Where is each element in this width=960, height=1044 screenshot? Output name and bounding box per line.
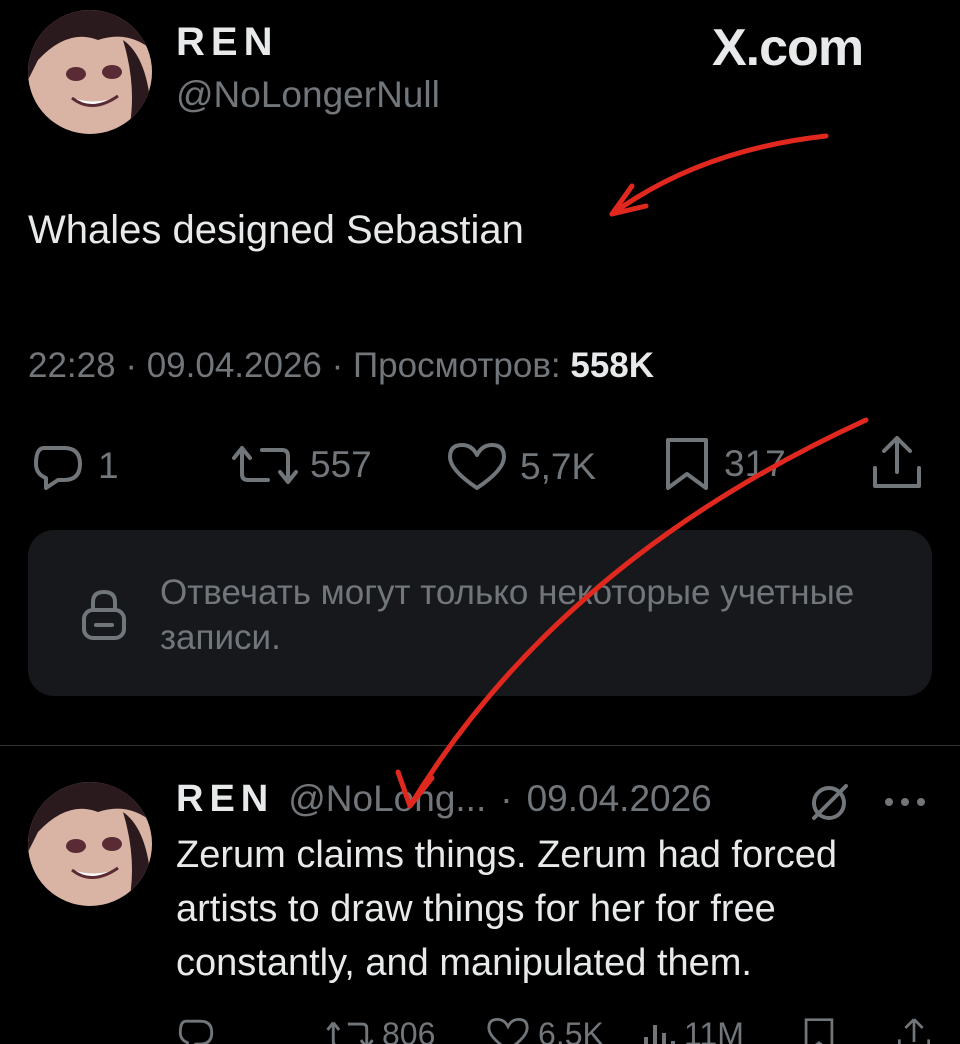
reply-views-action[interactable]: 11M xyxy=(640,1016,744,1044)
grok-icon[interactable] xyxy=(806,780,852,826)
avatar-image xyxy=(28,10,152,134)
views-count: 558K xyxy=(570,346,655,385)
brand-watermark: X.com xyxy=(712,19,864,77)
author-avatar[interactable] xyxy=(28,10,152,134)
bookmark-icon xyxy=(804,1018,834,1044)
reply-repost-count: 806 xyxy=(382,1016,436,1044)
lock-icon xyxy=(82,589,126,640)
author-handle[interactable]: @NoLongerNull xyxy=(176,74,440,116)
author-display-name[interactable]: REN xyxy=(176,20,278,65)
reply-date[interactable]: 09.04.2026 xyxy=(527,778,712,820)
bookmark-action[interactable]: 317 xyxy=(662,436,786,492)
like-action[interactable]: 5,7K xyxy=(446,442,596,492)
reply-action[interactable]: 1 xyxy=(30,442,119,490)
bookmark-count: 317 xyxy=(724,443,786,484)
reply-text: Zerum claims things. Zerum had forced ar… xyxy=(176,834,838,984)
reply-handle[interactable]: @NoLong... xyxy=(288,778,486,820)
reply-views-count: 11M xyxy=(684,1016,744,1044)
share-icon xyxy=(898,1018,930,1044)
views-label: Просмотров: xyxy=(353,346,561,385)
reply-count: 1 xyxy=(98,445,119,486)
heart-icon xyxy=(448,443,506,490)
tweet-text: Whales designed Sebastian xyxy=(28,208,524,252)
reply-display-name[interactable]: REN xyxy=(176,778,274,821)
reply-share-action[interactable] xyxy=(896,1016,932,1044)
reply-like-count: 6,5K xyxy=(538,1016,604,1044)
share-icon xyxy=(873,436,921,488)
meta-separator: · xyxy=(125,346,137,385)
heart-icon xyxy=(487,1017,529,1044)
annotation-arrow-top xyxy=(609,133,829,217)
share-action[interactable] xyxy=(870,434,924,492)
reply-header: REN @NoLong... · 09.04.2026 xyxy=(176,778,712,821)
repost-icon xyxy=(326,1021,374,1044)
views-chart-icon xyxy=(644,1024,675,1044)
bookmark-icon xyxy=(666,438,708,490)
tweet-time[interactable]: 22:28 xyxy=(28,346,116,385)
tweet-meta: 22:28 · 09.04.2026 · Просмотров: 558K xyxy=(28,346,654,386)
repost-action[interactable]: 557 xyxy=(232,442,372,488)
meta-separator: · xyxy=(500,778,513,819)
tweet-date[interactable]: 09.04.2026 xyxy=(147,346,322,385)
reply-icon xyxy=(34,446,82,490)
repost-count: 557 xyxy=(310,444,372,485)
reply-bookmark-action[interactable] xyxy=(802,1016,836,1044)
reply-restriction-notice: Отвечать могут только некоторые учетные … xyxy=(28,530,932,696)
reply-like-action[interactable]: 6,5K xyxy=(486,1016,604,1044)
meta-separator: · xyxy=(331,346,344,385)
reply-repost-action[interactable]: 806 xyxy=(326,1016,435,1044)
avatar-image xyxy=(28,782,152,906)
reply-restriction-text: Отвечать могут только некоторые учетные … xyxy=(160,573,855,657)
repost-icon xyxy=(232,446,298,484)
like-count: 5,7K xyxy=(520,446,597,487)
reply-icon xyxy=(178,1019,214,1044)
divider xyxy=(0,745,960,746)
more-options-icon[interactable] xyxy=(880,792,930,812)
reply-reply-action[interactable] xyxy=(176,1016,216,1044)
reply-author-avatar[interactable] xyxy=(28,782,152,906)
